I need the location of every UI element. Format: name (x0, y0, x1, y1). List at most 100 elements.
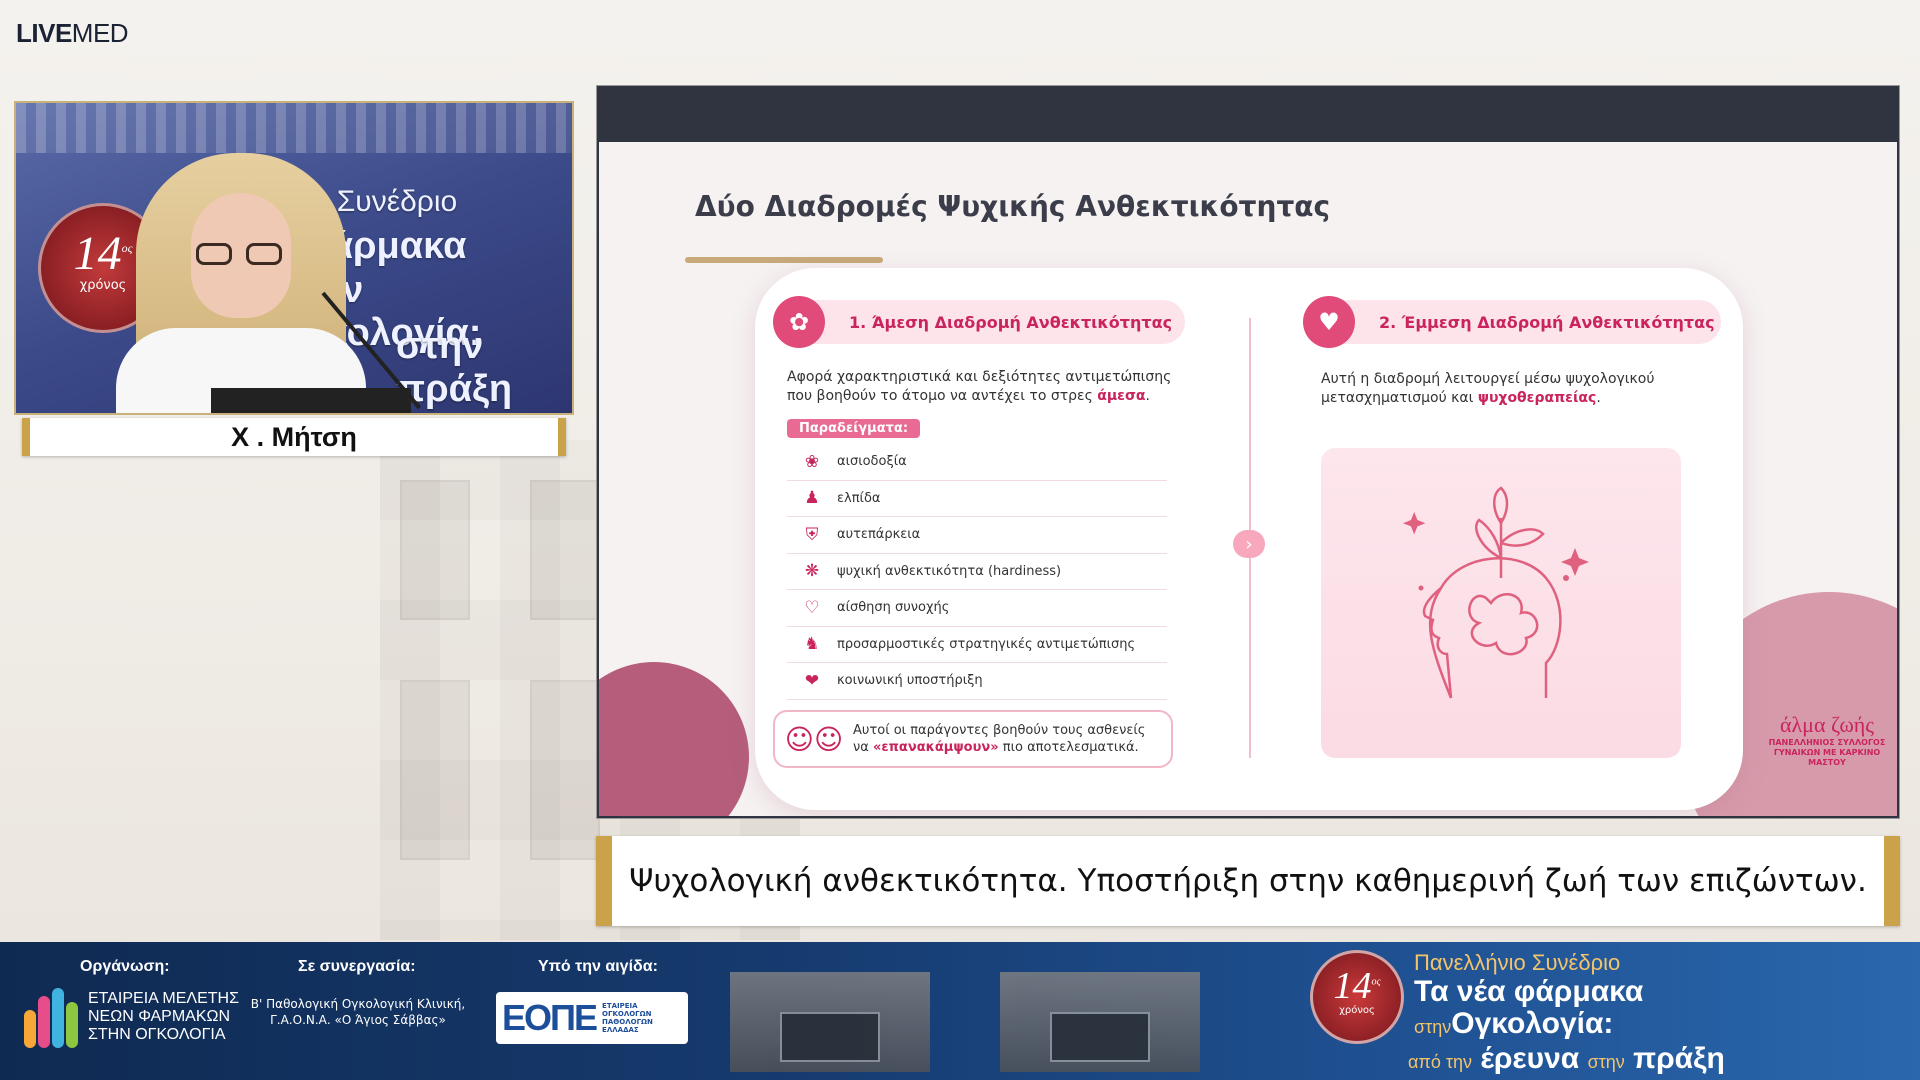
eope-logo: ΕΟΠΕ ΕΤΑΙΡΕΙΑ ΟΓΚΟΛΟΓΩΝ ΠΑΘΟΛΟΓΩΝ ΕΛΛΑΔΑ… (496, 992, 688, 1044)
list-item: ❤ κοινωνική υποστήριξη (787, 663, 1167, 700)
brain-illustration-box (1321, 448, 1681, 758)
note-text-bold: «επανακάμψουν» (872, 740, 999, 755)
logo-thin-text: MED (71, 18, 129, 48)
collab-line2: Γ.Α.Ο.Ν.Α. «Ο Άγιος Σάββας» (270, 1013, 446, 1027)
note-text: Αυτοί οι παράγοντες βοηθούν τους ασθενεί… (853, 722, 1153, 756)
collaboration-label: Σε συνεργασία: (298, 958, 416, 975)
indirect-desc-end: . (1596, 390, 1601, 406)
aegis-label: Υπό την αιγίδα: (538, 958, 658, 975)
speaker-video: 14ος χρόνος Πανελλήνιο Συνέδριο Τα νέα φ… (14, 101, 574, 415)
tram-photo (1000, 972, 1200, 1072)
alma-logo-sub1: ΠΑΝΕΛΛΗΝΙΟΣ ΣΥΛΛΟΓΟΣ (1768, 738, 1886, 747)
conference-title: Πανελλήνιο Συνέδριο Τα νέα φάρμακα στηνΟ… (1408, 950, 1725, 1078)
list-item-label: αισιοδοξία (837, 454, 907, 470)
alma-zois-logo: άλμα ζωής ΠΑΝΕΛΛΗΝΙΟΣ ΣΥΛΛΟΓΟΣ ΓΥΝΑΙΚΩΝ … (1757, 712, 1897, 768)
direct-path-heading-text: 1. Άμεση Διαδρομή Ανθεκτικότητας (849, 312, 1173, 332)
collab-line1: Β' Παθολογική Ογκολογική Κλινική, (250, 997, 466, 1011)
eope-sub1: ΕΤΑΙΡΕΙΑ (602, 1002, 638, 1010)
collaboration-partner: Β' Παθολογική Ογκολογική Κλινική, Γ.Α.Ο.… (248, 996, 468, 1028)
speaker-figure (116, 143, 366, 413)
note-text-end: πιο αποτελεσματικά. (1002, 740, 1139, 755)
list-item-label: προσαρμοστικές στρατηγικές αντιμετώπισης (837, 636, 1136, 652)
chevron-right-icon: › (1233, 530, 1265, 558)
person-arms-icon: ♟ (804, 488, 820, 509)
indirect-desc-bold: ψυχοθεραπείας (1477, 390, 1597, 406)
indirect-path-heading-text: 2. Έμμεση Διαδρομή Ανθεκτικότητας (1379, 312, 1715, 332)
alma-logo-name: άλμα ζωής (1779, 712, 1875, 737)
org-line1: ΕΤΑΙΡΕΙΑ ΜΕΛΕΤΗΣ (88, 990, 239, 1007)
title-underline (685, 257, 883, 263)
chess-icon: ♞ (804, 634, 820, 655)
organizer-name: ΕΤΑΙΡΕΙΑ ΜΕΛΕΤΗΣ ΝΕΩΝ ΦΑΡΜΑΚΩΝ ΣΤΗΝ ΟΓΚΟ… (88, 990, 239, 1044)
video-bg-line4: στην πράξη (396, 325, 513, 410)
background-window (400, 480, 470, 620)
eope-sub2: ΟΓΚΟΛΟΓΩΝ (602, 1010, 652, 1018)
speaker-name-bar: Χ . Μήτση (22, 418, 566, 456)
shield-heart-icon: ⛨ (805, 524, 819, 545)
slide-title: Δύο Διαδρομές Ψυχικής Ανθεκτικότητας (695, 190, 1331, 223)
org-line3: ΣΤΗΝ ΟΓΚΟΛΟΓΙΑ (88, 1026, 226, 1043)
seal2-number: 14 (1333, 965, 1372, 1007)
indirect-path-heading: ♥ 2. Έμμεση Διαδρομή Ανθεκτικότητας (1303, 296, 1721, 348)
conf-small2: από την (1408, 1052, 1472, 1072)
organizer-label: Οργάνωση: (80, 958, 170, 975)
seal2-sup: ος (1371, 976, 1381, 988)
organizer-logo-mark (24, 988, 80, 1048)
direct-path-desc: Αφορά χαρακτηριστικά και δεξιότητες αντι… (787, 368, 1187, 406)
direct-desc-end: . (1145, 388, 1150, 404)
eope-sub4: ΕΛΛΑΔΑΣ (602, 1026, 639, 1034)
list-item: ❀ αισιοδοξία (787, 444, 1167, 481)
podium (211, 388, 411, 413)
conf-line1: Πανελλήνιο Συνέδριο (1414, 950, 1621, 975)
eope-logo-subtitle: ΕΤΑΙΡΕΙΑ ΟΓΚΟΛΟΓΩΝ ΠΑΘΟΛΟΓΩΝ ΕΛΛΑΔΑΣ (602, 1002, 653, 1034)
person-lotus-icon: ✿ (773, 296, 825, 348)
direct-desc-bold: άμεσα (1097, 388, 1146, 404)
lotus-icon: ❀ (804, 451, 820, 472)
list-item-label: αυτεπάρκεια (837, 527, 921, 543)
sponsor-banner: Οργάνωση: ΕΤΑΙΡΕΙΑ ΜΕΛΕΤΗΣ ΝΕΩΝ ΦΑΡΜΑΚΩΝ… (0, 942, 1920, 1080)
conf-small1: στην (1414, 1017, 1452, 1037)
examples-list: ❀ αισιοδοξία ♟ ελπίδα ⛨ αυτεπάρκεια ❋ ψυχική… (787, 444, 1167, 700)
seal2-word: χρόνος (1339, 1005, 1375, 1016)
head-plant-brain-icon (1403, 486, 1589, 699)
decor-circle-left (599, 662, 749, 816)
list-item-label: ελπίδα (837, 490, 881, 506)
conference-seal: 14ος χρόνος (1310, 950, 1404, 1044)
note-box: ☺☺ Αυτοί οι παράγοντες βοηθούν τους ασθε… (773, 710, 1173, 768)
lecture-caption: Ψυχολογική ανθεκτικότητα. Υποστήριξη στη… (596, 836, 1900, 926)
eope-sub3: ΠΑΘΟΛΟΓΩΝ (602, 1018, 653, 1026)
tram-photo (730, 972, 930, 1072)
org-line2: ΝΕΩΝ ΦΑΡΜΑΚΩΝ (88, 1008, 231, 1025)
list-item-label: κοινωνική υποστήριξη (837, 673, 983, 689)
presentation-slide: Δύο Διαδρομές Ψυχικής Ανθεκτικότητας ✿ 1… (599, 142, 1897, 816)
indirect-path-desc: Αυτή η διαδρομή λειτουργεί μέσω ψυχολογι… (1321, 370, 1701, 408)
livemed-logo: LIVEMED (16, 18, 129, 49)
list-item: ⛨ αυτεπάρκεια (787, 517, 1167, 554)
people-group-icon: ☺☺ (784, 722, 844, 756)
list-item: ♡ αίσθηση συνοχής (787, 590, 1167, 627)
conf-line4: από την έρευνα στην πράξη (1408, 1043, 1725, 1078)
conf-small3: στην (1587, 1052, 1625, 1072)
presentation-frame: Δύο Διαδρομές Ψυχικής Ανθεκτικότητας ✿ 1… (596, 85, 1900, 819)
background-window (400, 680, 470, 860)
list-item: ♟ ελπίδα (787, 481, 1167, 517)
heart-icon: ♡ (804, 597, 820, 618)
speaker-name: Χ . Μήτση (231, 421, 357, 452)
conf-line4a: έρευνα (1480, 1042, 1580, 1075)
content-card: ✿ 1. Άμεση Διαδρομή Ανθεκτικότητας Αφορά… (755, 268, 1743, 810)
alma-logo-sub2: ΓΥΝΑΙΚΩΝ ΜΕ ΚΑΡΚΙΝΟ ΜΑΣΤΟΥ (1773, 748, 1881, 767)
conf-line4b: πράξη (1633, 1042, 1725, 1075)
background-window (530, 680, 600, 860)
hands-heart-icon: ❤ (804, 670, 820, 691)
caption-text: Ψυχολογική ανθεκτικότητα. Υποστήριξη στη… (629, 863, 1867, 899)
list-item: ❋ ψυχική ανθεκτικότητα (hardiness) (787, 554, 1167, 590)
conf-line3-text: Ογκολογία: (1451, 1007, 1614, 1040)
conf-line2: Τα νέα φάρμακα (1414, 975, 1644, 1008)
list-item-label: ψυχική ανθεκτικότητα (hardiness) (837, 563, 1062, 579)
hand-heart-icon: ♥ (1303, 296, 1355, 348)
list-item-label: αίσθηση συνοχής (837, 600, 950, 616)
background-window (530, 480, 600, 620)
logo-bold-text: LIVE (16, 18, 72, 48)
conf-line3: στηνΟγκολογία: (1414, 1008, 1725, 1043)
seal-number: 14 (73, 227, 122, 280)
